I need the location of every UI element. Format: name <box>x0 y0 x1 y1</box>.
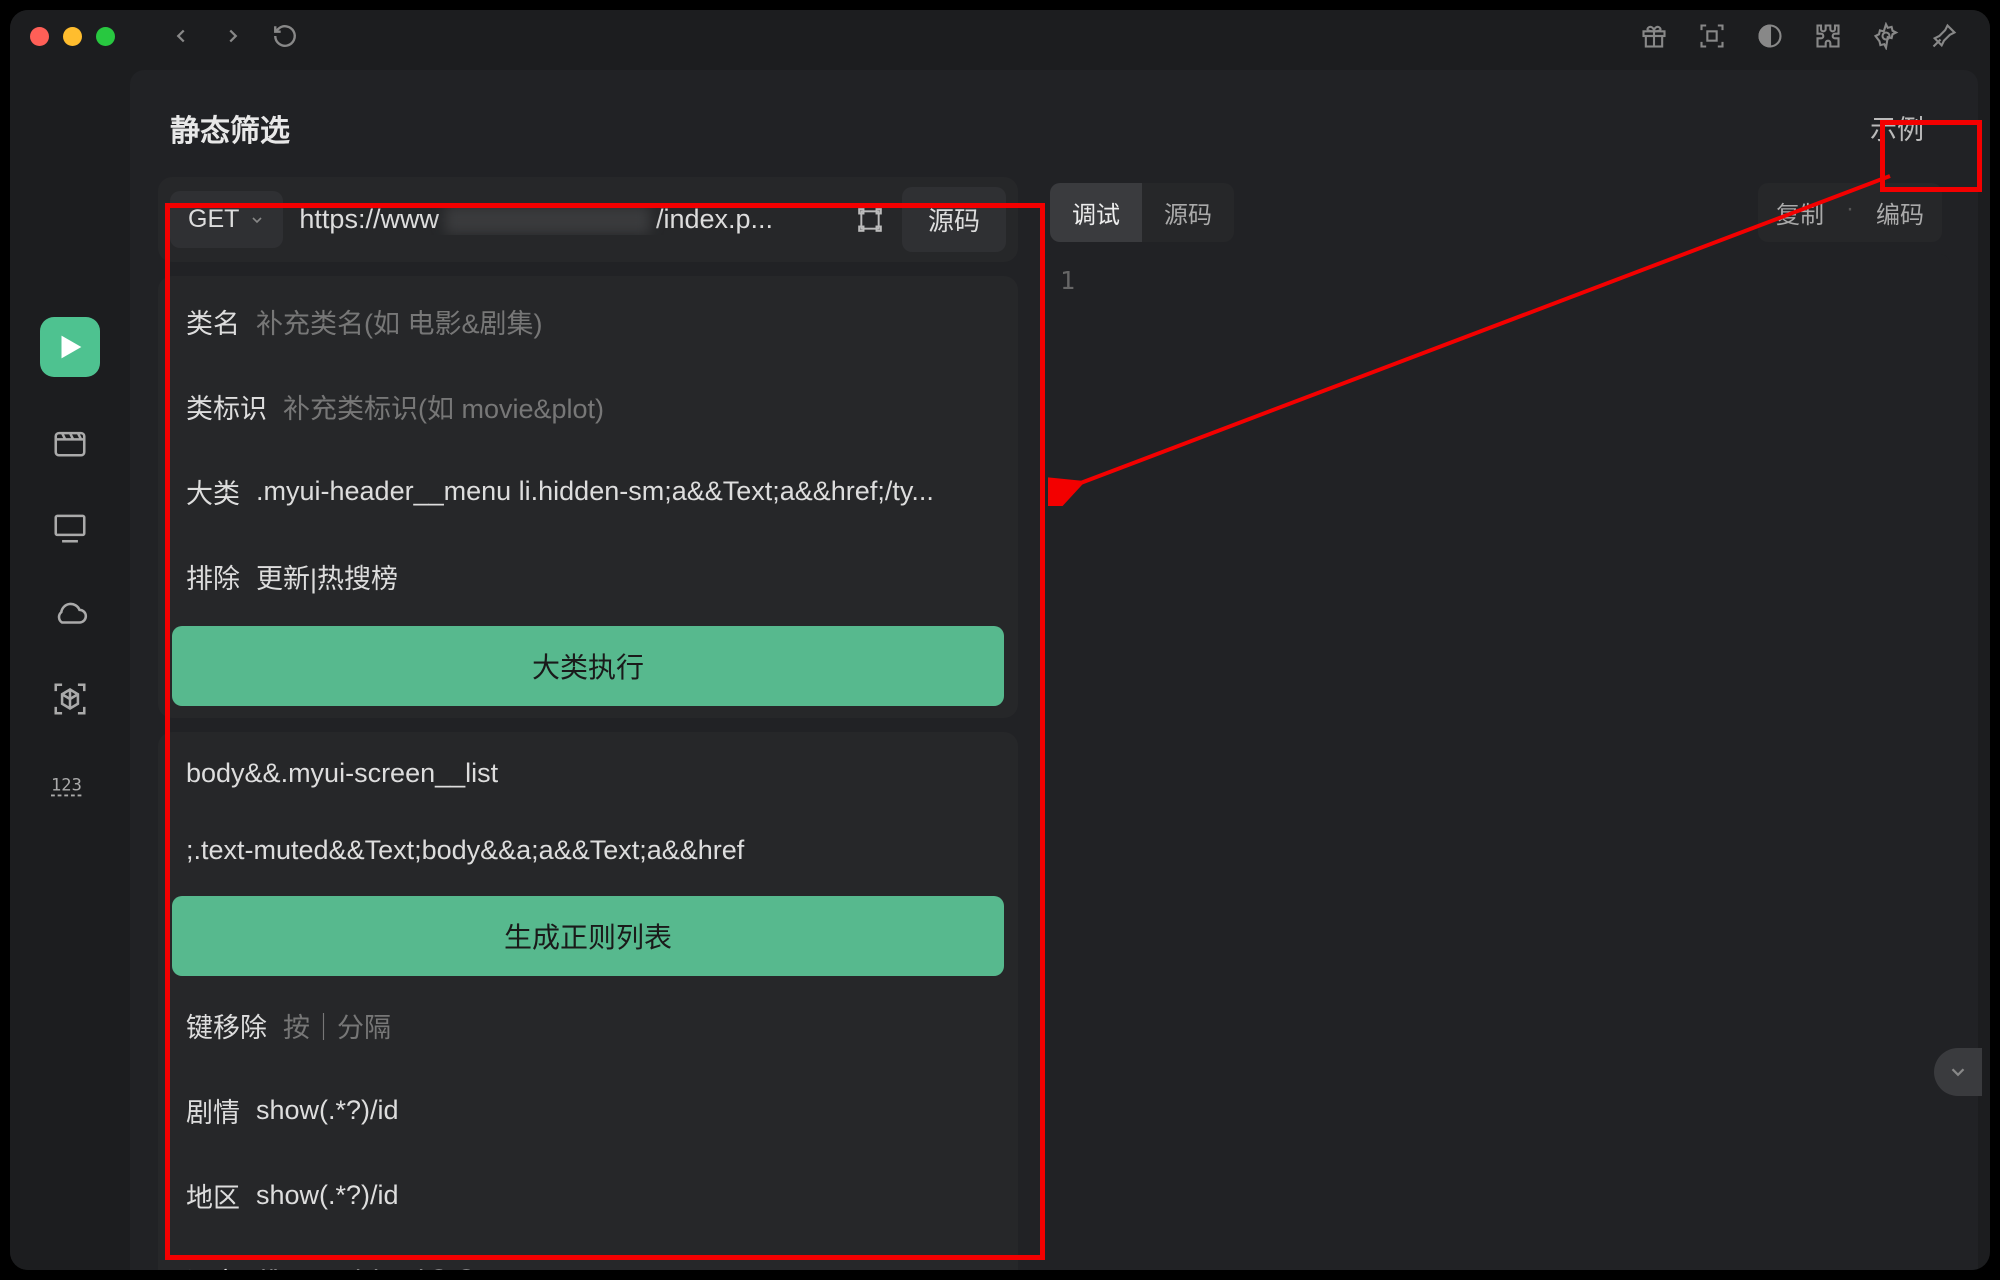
back-button[interactable] <box>155 10 207 62</box>
right-actions: 复制 · 编码 <box>1758 183 1942 242</box>
plot-field[interactable]: 剧情 show(.*?)/id <box>164 1071 1012 1150</box>
forward-button[interactable] <box>207 10 259 62</box>
key-remove-field[interactable]: 键移除 按｜分隔 <box>164 986 1012 1065</box>
source-code-button[interactable]: 源码 <box>902 187 1006 252</box>
region-field[interactable]: 地区 show(.*?)/id <box>164 1156 1012 1235</box>
exclude-field[interactable]: 排除 更新|热搜榜 <box>164 537 1012 616</box>
big-class-field[interactable]: 大类 .myui-header__menu li.hidden-sm;a&&Te… <box>164 452 1012 531</box>
sidebar-display-icon[interactable] <box>46 503 94 551</box>
puzzle-icon[interactable] <box>1802 10 1854 62</box>
language-field[interactable]: 语言 (/lang.*?).html@@ <box>164 1241 1012 1270</box>
generate-regex-button[interactable]: 生成正则列表 <box>172 896 1004 976</box>
page-title: 静态筛选 <box>170 106 290 150</box>
example-button[interactable]: 示例 <box>1856 98 1938 157</box>
http-method-select[interactable]: GET <box>170 191 283 248</box>
svg-text:123: 123 <box>51 776 82 796</box>
class-group: 类名 补充类名(如 电影&剧集) 类标识 补充类标识(如 movie&plot)… <box>158 276 1018 718</box>
titlebar <box>10 10 1990 62</box>
copy-button[interactable]: 复制 <box>1758 183 1842 242</box>
app-logo[interactable] <box>40 317 100 377</box>
selector1-field[interactable]: body&&.myui-screen__list <box>164 738 1012 809</box>
sidebar-cloud-icon[interactable] <box>46 589 94 637</box>
regex-group: body&&.myui-screen__list ;.text-muted&&T… <box>158 732 1018 1270</box>
scan-icon[interactable] <box>1686 10 1738 62</box>
fullscreen-icon[interactable] <box>848 198 892 242</box>
window-controls <box>30 27 115 46</box>
sidebar-123-icon[interactable]: 123 <box>46 761 94 809</box>
collapse-fab[interactable] <box>1934 1048 1982 1096</box>
debug-source-tabs: 调试 源码 <box>1050 183 1234 242</box>
url-input[interactable]: https://www /index.p... <box>293 204 838 235</box>
main-panel: 静态筛选 示例 GET https://www /index.p... <box>130 70 1978 1270</box>
code-editor[interactable]: 1 <box>1042 254 1950 1270</box>
minimize-window[interactable] <box>63 27 82 46</box>
tab-debug[interactable]: 调试 <box>1050 183 1142 242</box>
sidebar: 123 <box>10 62 130 1270</box>
sidebar-clapper-icon[interactable] <box>46 417 94 465</box>
selector2-field[interactable]: ;.text-muted&&Text;body&&a;a&&Text;a&&hr… <box>164 815 1012 886</box>
url-redacted <box>445 206 650 234</box>
close-window[interactable] <box>30 27 49 46</box>
theme-icon[interactable] <box>1744 10 1796 62</box>
zoom-window[interactable] <box>96 27 115 46</box>
right-column: 调试 源码 复制 · 编码 1 <box>1042 177 1950 1270</box>
request-bar: GET https://www /index.p... 源码 <box>158 177 1018 262</box>
pin-icon[interactable] <box>1918 10 1970 62</box>
chevron-down-icon <box>249 212 265 228</box>
reload-button[interactable] <box>259 10 311 62</box>
big-class-execute-button[interactable]: 大类执行 <box>172 626 1004 706</box>
gift-icon[interactable] <box>1628 10 1680 62</box>
left-column: GET https://www /index.p... 源码 <box>158 177 1018 1270</box>
gear-icon[interactable] <box>1860 10 1912 62</box>
class-name-field[interactable]: 类名 补充类名(如 电影&剧集) <box>164 282 1012 361</box>
sidebar-cube-icon[interactable] <box>46 675 94 723</box>
line-number: 1 <box>1060 266 1075 295</box>
tab-source[interactable]: 源码 <box>1142 183 1234 242</box>
class-id-field[interactable]: 类标识 补充类标识(如 movie&plot) <box>164 367 1012 446</box>
encode-button[interactable]: 编码 <box>1858 183 1942 242</box>
